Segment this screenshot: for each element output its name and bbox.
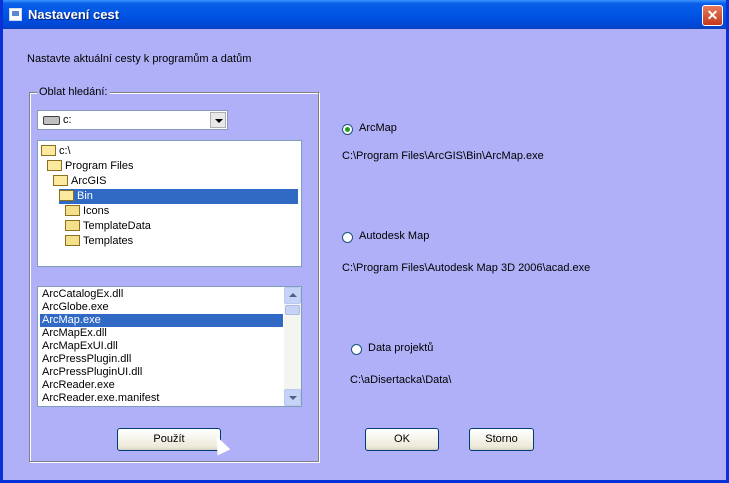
folder-item[interactable]: Templates	[65, 234, 298, 249]
search-area-legend: Oblat hledání:	[37, 86, 110, 98]
folder-label: Bin	[77, 190, 93, 202]
option-path: C:\aDisertacka\Data\	[350, 374, 452, 386]
file-item[interactable]: ArcPressPlugin.dll	[40, 353, 283, 366]
folder-item[interactable]: TemplateData	[65, 219, 298, 234]
option-label[interactable]: ArcMap	[359, 122, 397, 134]
ok-button[interactable]: OK	[365, 428, 439, 451]
close-button[interactable]: ✕	[702, 5, 723, 26]
folder-label: c:\	[59, 145, 71, 157]
option-path: C:\Program Files\ArcGIS\Bin\ArcMap.exe	[342, 150, 544, 162]
folder-open-icon	[53, 175, 68, 186]
app-icon	[9, 8, 22, 21]
file-item[interactable]: ArcReader.exe	[40, 379, 283, 392]
folder-list[interactable]: c:\ Program Files ArcGIS Bin Icons TemplateDa…	[37, 140, 302, 267]
window-title: Nastavení cest	[28, 7, 120, 22]
file-item[interactable]: ArcMap.exe	[39, 313, 284, 328]
file-item[interactable]: ArcPressPluginUI.dll	[40, 366, 283, 379]
drive-icon	[43, 116, 60, 125]
folder-label: Templates	[83, 235, 134, 247]
file-item[interactable]: ArcGlobe.exe	[40, 301, 283, 314]
option-label[interactable]: Data projektů	[368, 342, 433, 354]
folder-label: Program Files	[65, 160, 134, 172]
file-list[interactable]: ArcCatalogEx.dll ArcGlobe.exe ArcMap.exe Ar…	[37, 286, 302, 407]
file-item[interactable]: ArcCatalogEx.dll	[40, 288, 283, 301]
folder-label: Icons	[83, 205, 110, 217]
file-item[interactable]: ArcMapEx.dll	[40, 327, 283, 340]
file-item[interactable]: ArcReader.exe.manifest	[40, 392, 283, 405]
scroll-thumb[interactable]	[285, 305, 300, 315]
scroll-down-icon[interactable]	[284, 389, 301, 406]
instruction-text: Nastavte aktuální cesty k programům a da…	[27, 53, 252, 65]
cancel-button[interactable]: Storno	[469, 428, 534, 451]
option-radio[interactable]	[342, 232, 353, 243]
folder-icon	[65, 205, 80, 216]
option-path: C:\Program Files\Autodesk Map 3D 2006\ac…	[342, 262, 591, 274]
file-list-scrollbar[interactable]	[284, 287, 301, 406]
file-item[interactable]: ArcMapExUI.dll	[40, 340, 283, 353]
dialog-window: Nastavení cest ✕ Nastavte aktuální cesty…	[0, 0, 729, 483]
option-label[interactable]: Autodesk Map	[359, 230, 429, 242]
dialog-content: Nastavte aktuální cesty k programům a da…	[3, 29, 726, 480]
title-bar[interactable]: Nastavení cest ✕	[3, 0, 726, 29]
scroll-up-icon[interactable]	[284, 287, 301, 304]
folder-icon	[65, 235, 80, 246]
option-radio[interactable]	[351, 344, 362, 355]
close-icon: ✕	[706, 7, 719, 23]
folder-item[interactable]: Icons	[65, 204, 298, 219]
drive-value: c:	[63, 114, 72, 126]
folder-open-icon	[59, 190, 74, 201]
drive-select[interactable]: c:	[37, 110, 228, 130]
option-radio[interactable]	[342, 124, 353, 135]
folder-label: TemplateData	[83, 220, 151, 232]
folder-item[interactable]: Bin	[59, 189, 298, 204]
use-button[interactable]: Použít	[117, 428, 221, 451]
folder-icon	[65, 220, 80, 231]
folder-item[interactable]: ArcGIS	[53, 174, 298, 189]
folder-open-icon	[47, 160, 62, 171]
chevron-down-icon[interactable]	[210, 112, 226, 128]
folder-open-icon	[41, 145, 56, 156]
folder-label: ArcGIS	[71, 175, 107, 187]
folder-item[interactable]: Program Files	[47, 159, 298, 174]
folder-item[interactable]: c:\	[41, 144, 298, 159]
